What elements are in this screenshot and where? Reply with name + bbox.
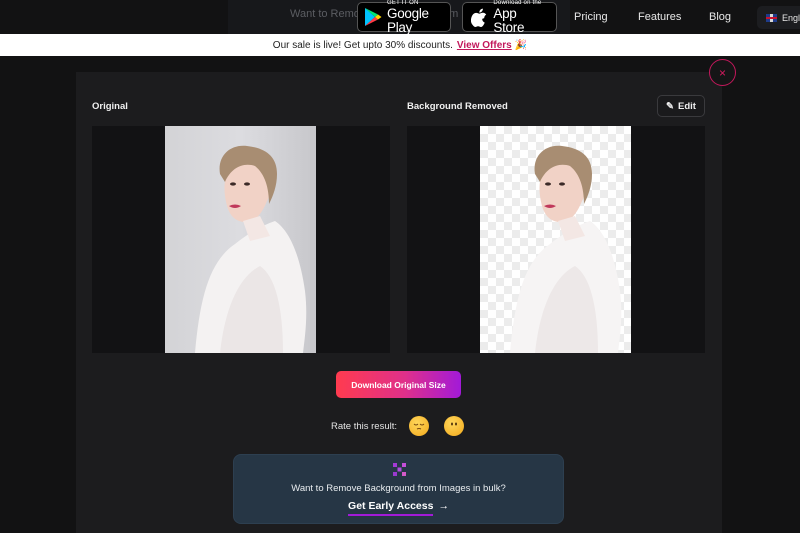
rate-label: Rate this result: bbox=[331, 421, 397, 432]
bulk-banner-text: Want to Remove Background from Images in… bbox=[291, 483, 506, 494]
top-header: Want to Remove Background from Images in… bbox=[0, 0, 800, 34]
page: Want to Remove Background from Images in… bbox=[0, 0, 800, 533]
close-modal-button[interactable]: × bbox=[709, 59, 736, 86]
sale-announcement-bar: Our sale is live! Get upto 30% discounts… bbox=[0, 34, 800, 56]
rate-bad-button[interactable] bbox=[409, 416, 429, 436]
background-removed-image-frame bbox=[407, 126, 705, 353]
pencil-icon: ✎ bbox=[666, 100, 674, 112]
sale-text: Our sale is live! Get upto 30% discounts… bbox=[272, 39, 453, 51]
party-popper-icon: 🎉 bbox=[514, 39, 528, 51]
edit-button[interactable]: ✎ Edit bbox=[657, 95, 705, 117]
download-original-size-button[interactable]: Download Original Size bbox=[336, 371, 461, 398]
original-title: Original bbox=[92, 101, 128, 112]
nav-blog[interactable]: Blog bbox=[709, 11, 731, 23]
app-store-button[interactable]: Download on the App Store bbox=[462, 0, 557, 35]
edit-label: Edit bbox=[678, 100, 696, 112]
bulk-removal-banner: Want to Remove Background from Images in… bbox=[233, 454, 564, 524]
arrow-right-icon: → bbox=[438, 500, 449, 512]
google-play-big-text: Google Play bbox=[387, 6, 429, 35]
woman-portrait-illustration bbox=[195, 145, 307, 353]
bulk-grid-icon bbox=[393, 463, 406, 476]
get-early-access-link[interactable]: Get Early Access → bbox=[234, 500, 563, 516]
woman-cutout-illustration bbox=[510, 145, 622, 353]
original-photo bbox=[165, 126, 316, 353]
neutral-face-icon bbox=[451, 422, 457, 426]
rate-neutral-button[interactable] bbox=[444, 416, 464, 436]
close-icon: × bbox=[718, 65, 726, 80]
background-removed-title: Background Removed bbox=[407, 101, 508, 112]
nav-features[interactable]: Features bbox=[638, 11, 681, 23]
apple-icon bbox=[469, 7, 488, 27]
app-store-big-text: App Store bbox=[493, 6, 525, 35]
nav-pricing[interactable]: Pricing bbox=[574, 11, 608, 23]
language-selector[interactable]: English bbox=[757, 6, 800, 29]
pensive-face-icon bbox=[413, 423, 425, 430]
get-early-access-label: Get Early Access bbox=[348, 500, 434, 516]
google-play-button[interactable]: GET IT ON Google Play bbox=[357, 0, 451, 35]
view-offers-link[interactable]: View Offers bbox=[457, 40, 512, 51]
background-removed-photo bbox=[480, 126, 631, 353]
uk-flag-icon bbox=[766, 13, 777, 22]
google-play-icon bbox=[364, 7, 382, 27]
original-image-frame bbox=[92, 126, 390, 353]
language-label: English bbox=[782, 12, 800, 23]
